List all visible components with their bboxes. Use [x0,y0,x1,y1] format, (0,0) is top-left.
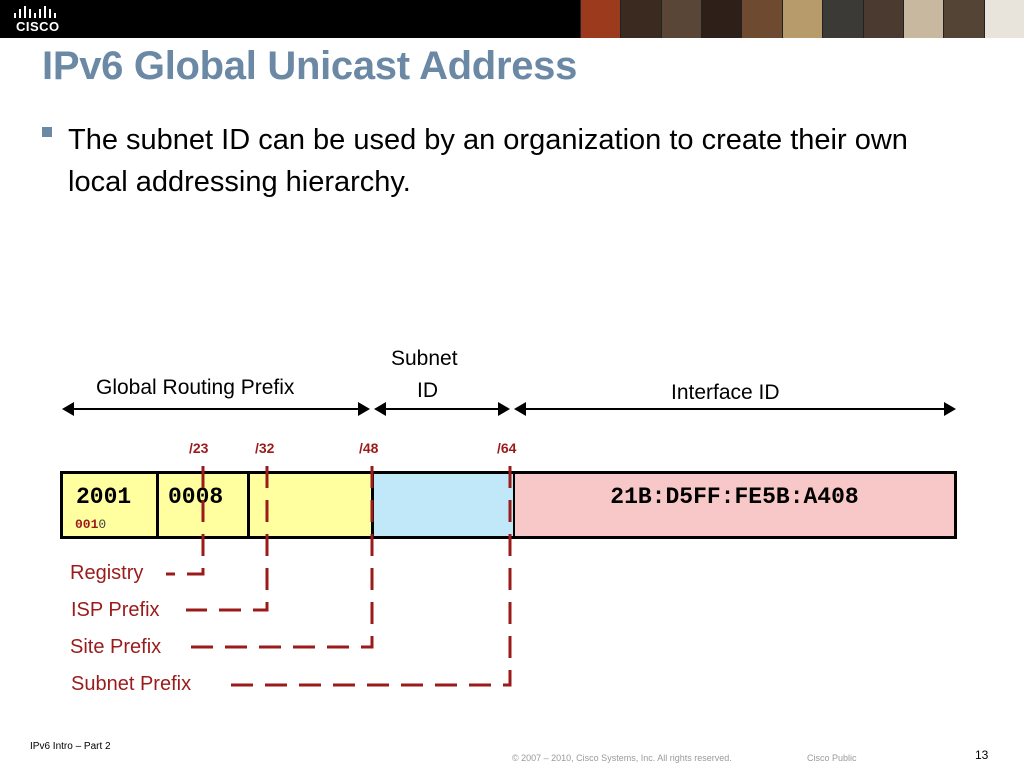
slide-title: IPv6 Global Unicast Address [42,44,578,88]
cisco-bridge-icon [14,6,56,18]
leader-site-prefix [187,466,374,649]
header-bar: CISCO [0,0,1024,38]
leader-registry [166,466,205,576]
label-site-prefix: Site Prefix [70,636,162,658]
logo-wordmark: CISCO [16,19,60,34]
header-photo-1 [620,0,661,38]
header-photo-2 [660,0,702,38]
footer-classification: Cisco Public [807,753,857,763]
header-photo-0 [580,0,621,38]
footer-copyright: © 2007 – 2010, Cisco Systems, Inc. All r… [512,753,732,763]
label-isp-prefix: ISP Prefix [71,599,160,621]
address-diagram: Global Routing Prefix Subnet ID Interfac… [0,340,1024,710]
leader-subnet-prefix [221,466,512,687]
header-photo-7 [862,0,903,38]
header-photo-8 [902,0,944,38]
footer-presentation-name: IPv6 Intro – Part 2 [30,741,111,752]
header-photo-strip [580,0,1024,38]
bullet-square-icon [42,127,52,137]
label-registry: Registry [70,562,144,584]
page-number: 13 [975,748,989,762]
label-subnet-prefix: Subnet Prefix [71,673,192,695]
leader-isp-prefix [186,466,269,612]
header-photo-5 [781,0,823,38]
header-photo-6 [822,0,863,38]
header-photo-9 [943,0,984,38]
cisco-logo: CISCO [13,5,63,35]
header-photo-10 [983,0,1024,38]
bullet-text: The subnet ID can be used by an organiza… [68,124,908,198]
header-photo-3 [701,0,742,38]
header-photo-4 [741,0,782,38]
